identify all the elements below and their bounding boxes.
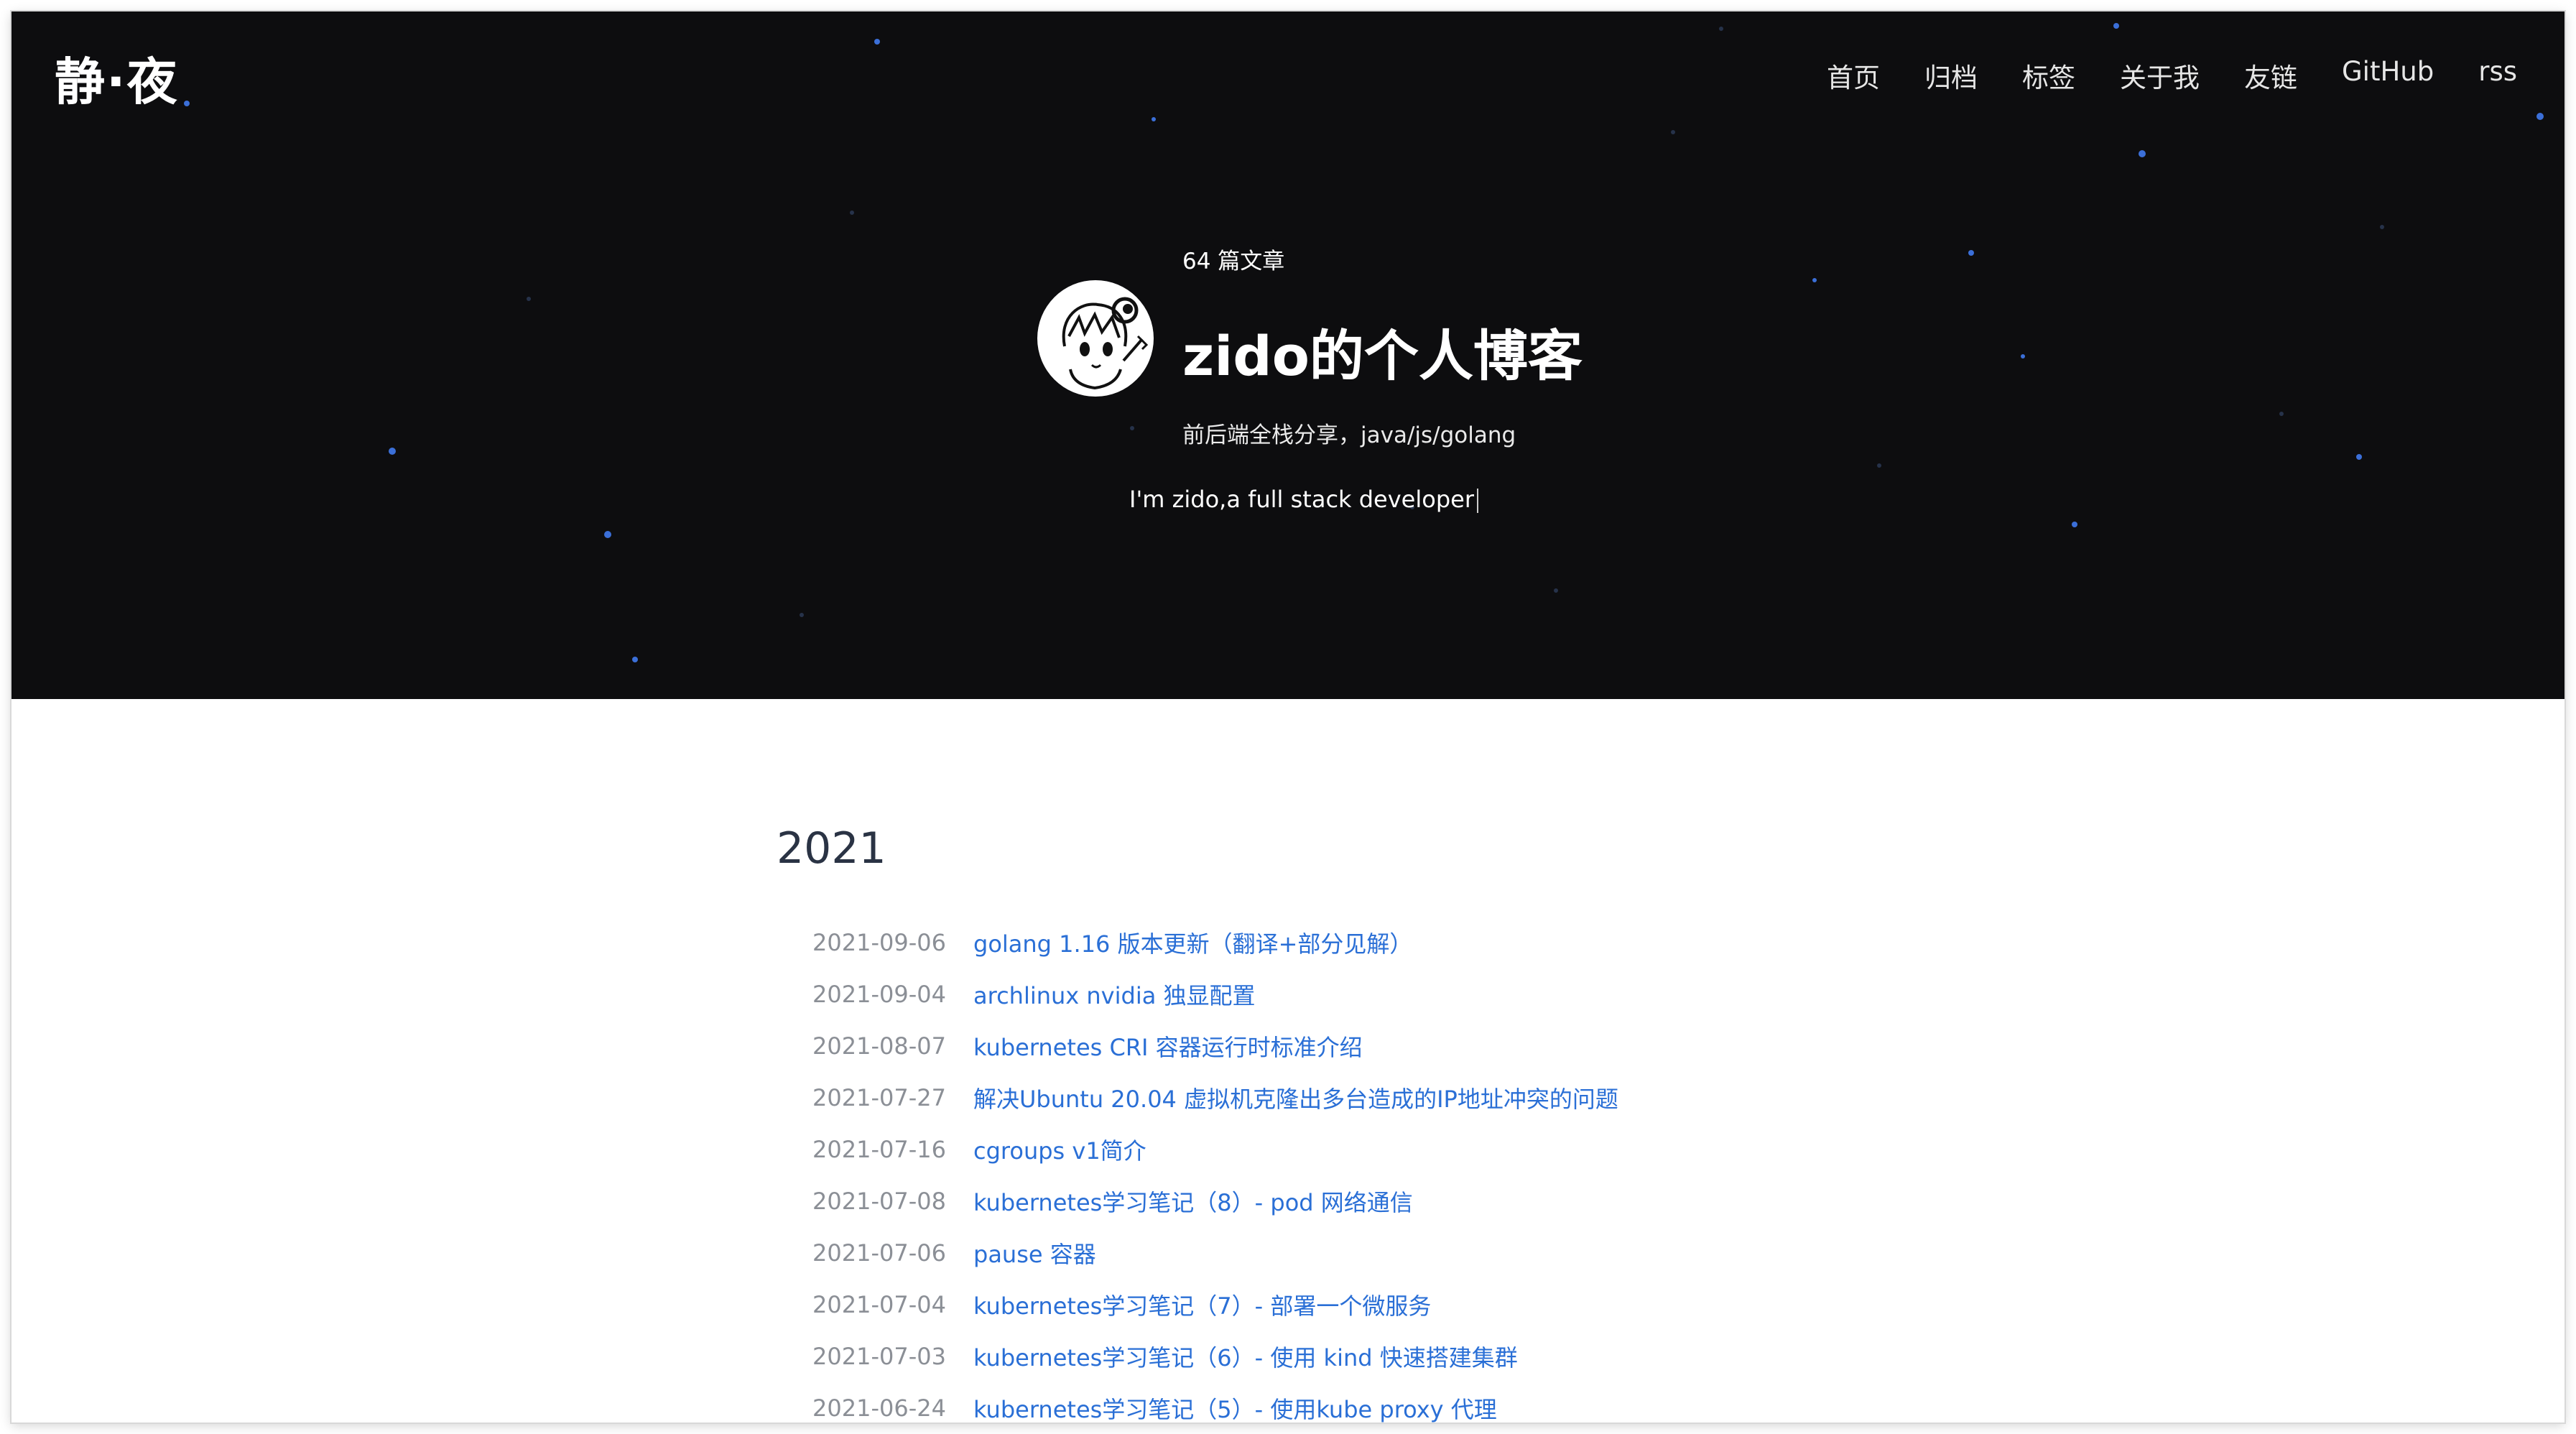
list-item: 2021-07-03 kubernetes学习笔记（6）- 使用 kind 快速搭… bbox=[812, 1331, 1618, 1382]
nav-home[interactable]: 首页 bbox=[1827, 56, 1880, 95]
star bbox=[184, 101, 190, 106]
year-heading: 2021 bbox=[777, 823, 886, 874]
list-item: 2021-08-07 kubernetes CRI 容器运行时标准介绍 bbox=[812, 1020, 1618, 1072]
post-date: 2021-07-06 bbox=[812, 1239, 946, 1267]
post-date: 2021-07-03 bbox=[812, 1343, 946, 1370]
nav-archive[interactable]: 归档 bbox=[1924, 56, 1978, 95]
post-date: 2021-07-16 bbox=[812, 1136, 946, 1163]
star bbox=[2072, 522, 2077, 527]
star bbox=[1152, 117, 1156, 121]
star bbox=[2113, 23, 2119, 29]
star bbox=[632, 657, 638, 662]
typed-intro-text: I'm zido,a full stack developer bbox=[1129, 486, 1474, 513]
post-link[interactable]: kubernetes学习笔记（6）- 使用 kind 快速搭建集群 bbox=[973, 1340, 1518, 1373]
nav-github[interactable]: GitHub bbox=[2342, 56, 2434, 95]
nav-friends[interactable]: 友链 bbox=[2244, 56, 2297, 95]
star bbox=[2380, 225, 2384, 229]
star bbox=[1671, 130, 1675, 134]
post-link[interactable]: 解决Ubuntu 20.04 虚拟机克隆出多台造成的IP地址冲突的问题 bbox=[973, 1081, 1618, 1114]
typed-intro: I'm zido,a full stack developer bbox=[1129, 486, 1478, 513]
star bbox=[874, 39, 880, 45]
post-count: 64 篇文章 bbox=[1182, 249, 1285, 274]
star bbox=[800, 613, 804, 617]
list-item: 2021-09-04 archlinux nvidia 独显配置 bbox=[812, 968, 1618, 1020]
star bbox=[2021, 354, 2025, 358]
post-list: 2021-09-06 golang 1.16 版本更新（翻译+部分见解） 2021… bbox=[812, 917, 1618, 1423]
star bbox=[527, 297, 531, 301]
post-link[interactable]: kubernetes CRI 容器运行时标准介绍 bbox=[973, 1030, 1363, 1063]
post-link[interactable]: kubernetes学习笔记（7）- 部署一个微服务 bbox=[973, 1288, 1431, 1321]
star bbox=[2356, 454, 2362, 460]
blog-subtitle: 前后端全栈分享，java/js/golang bbox=[1182, 422, 1516, 448]
star bbox=[1130, 426, 1134, 430]
hero-banner: 静·夜 首页 归档 标签 关于我 友链 GitHub rss 64 篇文章 zi… bbox=[11, 11, 2565, 699]
star bbox=[1877, 463, 1881, 468]
post-date: 2021-09-04 bbox=[812, 981, 946, 1008]
post-link[interactable]: pause 容器 bbox=[973, 1236, 1096, 1269]
star bbox=[1968, 250, 1974, 256]
star bbox=[2279, 412, 2284, 416]
list-item: 2021-07-27 解决Ubuntu 20.04 虚拟机克隆出多台造成的IP地址… bbox=[812, 1072, 1618, 1124]
star bbox=[389, 448, 396, 455]
post-date: 2021-06-24 bbox=[812, 1394, 946, 1422]
anime-girl-avatar-icon bbox=[1038, 281, 1153, 396]
star bbox=[850, 211, 854, 215]
blog-title: zido的个人博客 bbox=[1182, 324, 1583, 388]
post-date: 2021-08-07 bbox=[812, 1032, 946, 1060]
list-item: 2021-09-06 golang 1.16 版本更新（翻译+部分见解） bbox=[812, 917, 1618, 968]
nav-rss[interactable]: rss bbox=[2478, 56, 2517, 95]
typing-cursor bbox=[1476, 489, 1478, 513]
post-date: 2021-07-04 bbox=[812, 1291, 946, 1318]
list-item: 2021-07-16 cgroups v1简介 bbox=[812, 1124, 1618, 1175]
post-link[interactable]: archlinux nvidia 独显配置 bbox=[973, 978, 1256, 1011]
post-link[interactable]: kubernetes学习笔记（5）- 使用kube proxy 代理 bbox=[973, 1392, 1497, 1423]
avatar bbox=[1037, 280, 1154, 397]
star bbox=[604, 531, 611, 538]
star bbox=[1812, 278, 1817, 282]
nav-tags[interactable]: 标签 bbox=[2022, 56, 2075, 95]
post-date: 2021-07-08 bbox=[812, 1188, 946, 1215]
browser-window: 静·夜 首页 归档 标签 关于我 友链 GitHub rss 64 篇文章 zi… bbox=[11, 11, 2565, 1423]
star bbox=[1719, 27, 1723, 31]
star bbox=[2536, 113, 2544, 120]
post-date: 2021-07-27 bbox=[812, 1084, 946, 1111]
star bbox=[2139, 150, 2146, 157]
post-link[interactable]: kubernetes学习笔记（8）- pod 网络通信 bbox=[973, 1185, 1413, 1218]
star bbox=[1554, 588, 1558, 593]
post-date: 2021-09-06 bbox=[812, 929, 946, 956]
post-link[interactable]: cgroups v1简介 bbox=[973, 1133, 1146, 1166]
list-item: 2021-07-04 kubernetes学习笔记（7）- 部署一个微服务 bbox=[812, 1279, 1618, 1331]
list-item: 2021-07-06 pause 容器 bbox=[812, 1227, 1618, 1279]
nav-about[interactable]: 关于我 bbox=[2120, 56, 2200, 95]
post-link[interactable]: golang 1.16 版本更新（翻译+部分见解） bbox=[973, 926, 1412, 959]
main-nav: 首页 归档 标签 关于我 友链 GitHub rss bbox=[1827, 56, 2517, 95]
list-item: 2021-06-24 kubernetes学习笔记（5）- 使用kube prox… bbox=[812, 1382, 1618, 1423]
site-logo[interactable]: 静·夜 bbox=[55, 42, 179, 114]
list-item: 2021-07-08 kubernetes学习笔记（8）- pod 网络通信 bbox=[812, 1175, 1618, 1227]
